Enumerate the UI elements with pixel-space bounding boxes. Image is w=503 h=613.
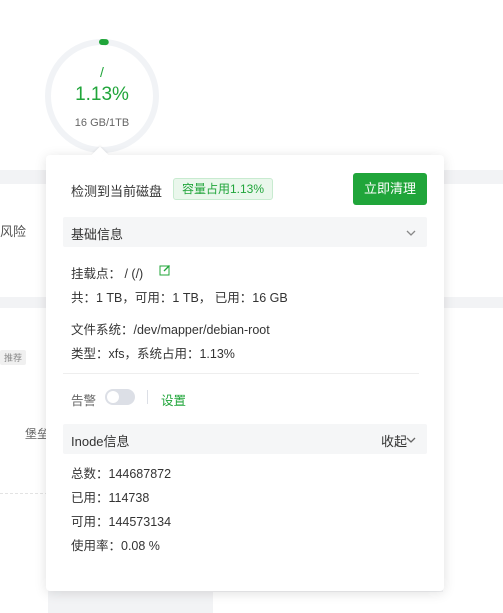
background-tag: 推荐 [0, 350, 27, 365]
inode-info-header[interactable]: Inode信息 收起 [63, 424, 427, 454]
background-risk-text: 风险 [0, 224, 27, 239]
disk-detail-popover: 检测到当前磁盘 容量占用1.13% 立即清理 基础信息 挂载点： / (/) 共… [46, 146, 444, 591]
section-divider [63, 373, 419, 374]
basic-info-title: 基础信息 [71, 227, 124, 242]
alert-settings-link[interactable]: 设置 [161, 390, 186, 409]
alert-toggle[interactable] [105, 389, 135, 405]
inode-info-title: Inode信息 [71, 434, 130, 449]
capacity-text: 共：1 TB，可用：1 TB， 已用：16 GB [71, 291, 288, 305]
mount-point-text: 挂载点： / (/) [71, 267, 144, 281]
vertical-separator [147, 390, 148, 404]
disk-usage-gauge[interactable]: / 1.13% 16 GB/1TB [44, 38, 160, 154]
basic-info-header[interactable]: 基础信息 [63, 217, 427, 247]
edit-icon[interactable] [159, 263, 171, 281]
background-card [443, 184, 503, 297]
collapse-toggle[interactable]: 收起 [381, 431, 407, 450]
background-card [443, 308, 503, 613]
filesystem-text: 文件系统：/dev/mapper/debian-root [71, 323, 270, 337]
fs-type-text: 类型：xfs，系统占用：1.13% [71, 347, 235, 361]
inode-available-text: 可用：144573134 [71, 515, 172, 529]
inode-used-text: 已用：114738 [71, 491, 150, 505]
capacity-badge: 容量占用1.13% [173, 178, 274, 200]
chevron-down-icon [405, 433, 417, 451]
gauge-usage-percent: 1.13% [75, 84, 129, 105]
inode-usage-rate-text: 使用率：0.08 % [71, 539, 160, 553]
background-card [213, 592, 443, 613]
background-divider [0, 493, 48, 494]
background-card [0, 184, 48, 297]
gauge-size-label: 16 GB/1TB [74, 117, 130, 129]
inode-total-text: 总数：144687872 [71, 467, 172, 481]
chevron-down-icon [405, 226, 417, 244]
clean-now-button[interactable]: 立即清理 [353, 173, 427, 205]
gauge-mount-label: / [100, 64, 104, 80]
toggle-knob [107, 391, 119, 403]
alert-label: 告警 [71, 394, 97, 408]
popover-title: 检测到当前磁盘 [71, 184, 163, 199]
